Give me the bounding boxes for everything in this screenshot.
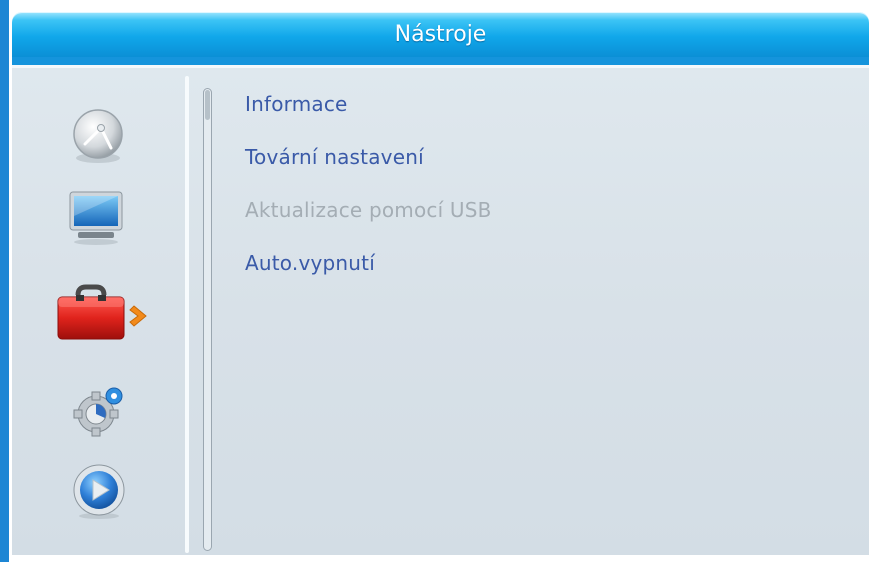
- sidebar-item-tv[interactable]: [64, 186, 128, 250]
- sidebar-item-settings[interactable]: [68, 380, 132, 444]
- sidebar-divider: [185, 76, 189, 553]
- satellite-dish-icon: [73, 109, 123, 163]
- toolbox-icon: [57, 284, 147, 340]
- chevron-right-icon: [129, 305, 147, 327]
- scrollbar[interactable]: [203, 88, 212, 551]
- menu-item-informace[interactable]: Informace: [245, 88, 348, 120]
- bottom-strip: [9, 555, 869, 562]
- title-bar: Nástroje: [12, 12, 869, 57]
- title-underline: [12, 57, 869, 65]
- tv-menu-screen: Nástroje Informace Tovární nastavení Akt…: [0, 0, 869, 562]
- play-media-icon: [73, 464, 125, 519]
- menu-item-usb-update: Aktualizace pomocí USB: [245, 198, 492, 222]
- scrollbar-thumb[interactable]: [205, 90, 210, 120]
- page-title: Nástroje: [394, 22, 487, 47]
- sidebar-item-media[interactable]: [67, 458, 131, 522]
- menu-item-auto-off[interactable]: Auto.vypnutí: [245, 247, 375, 279]
- sidebar-item-tools[interactable]: [56, 282, 160, 346]
- menu-item-factory-reset[interactable]: Tovární nastavení: [245, 141, 424, 173]
- left-edge-bar: [0, 0, 9, 562]
- tv-monitor-icon: [69, 191, 123, 245]
- sidebar-item-satellite[interactable]: [67, 104, 131, 168]
- gear-settings-icon: [73, 387, 123, 437]
